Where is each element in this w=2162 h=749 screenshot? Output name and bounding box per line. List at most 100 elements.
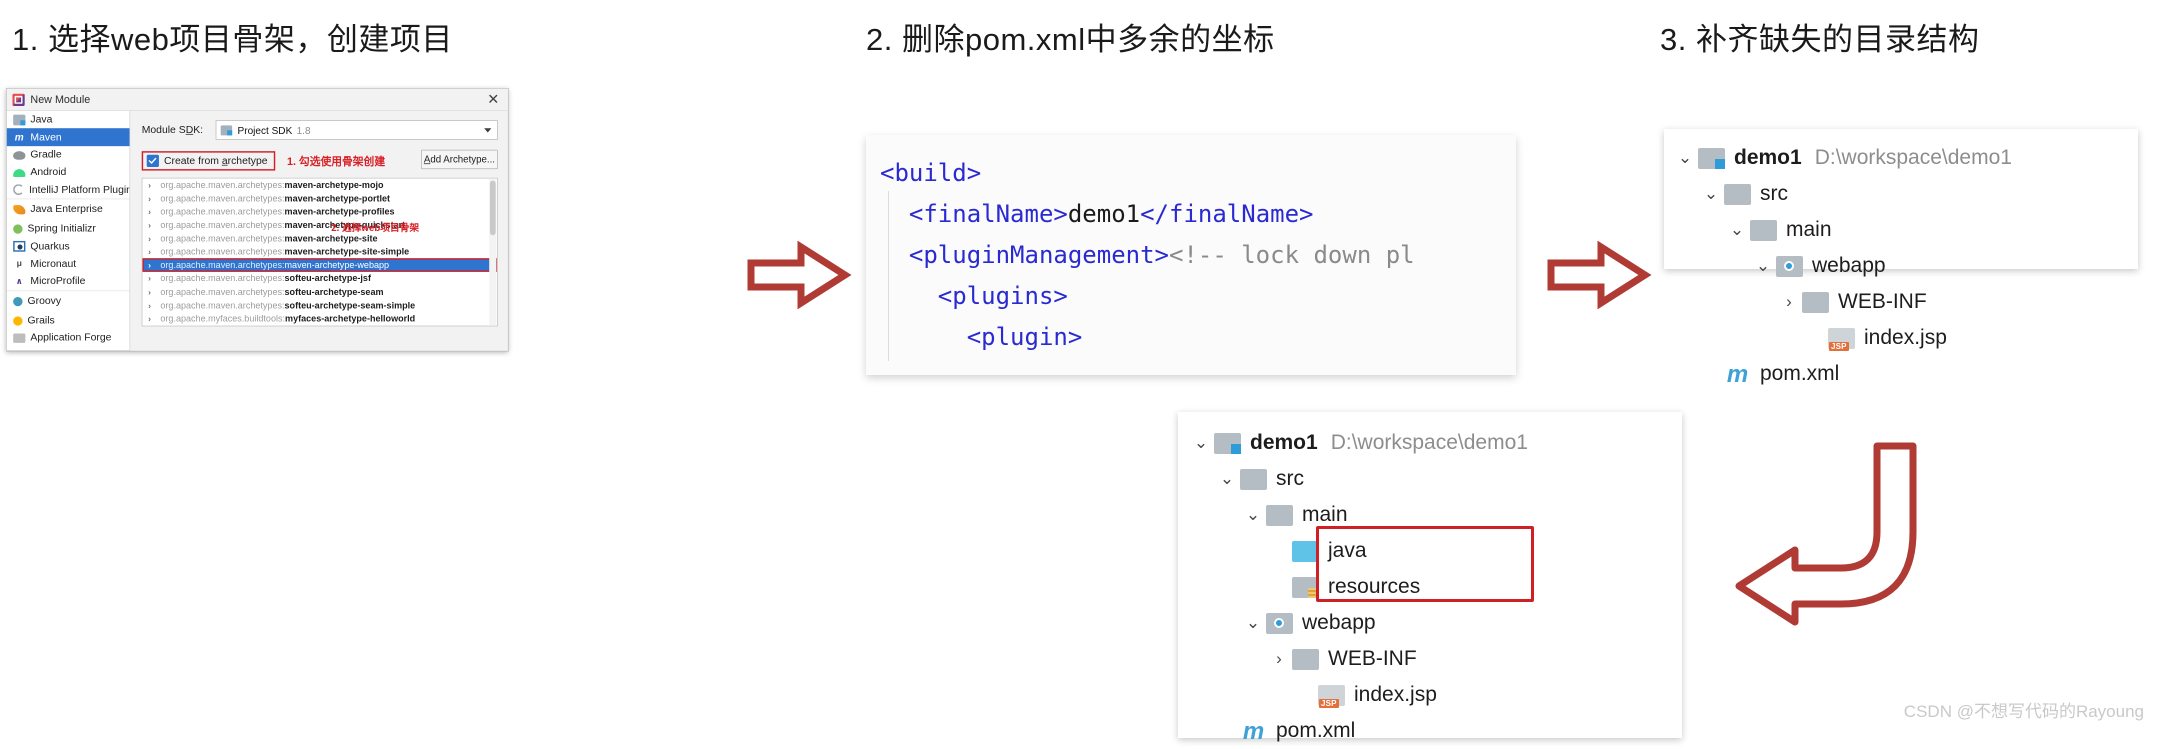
chevron-down-icon[interactable]: ⌄: [1672, 140, 1698, 176]
chevron-down-icon[interactable]: ⌄: [1214, 461, 1240, 497]
tree-node-pom-xml[interactable]: · m pom.xml: [1672, 356, 2012, 392]
sidebar-item-label: Gradle: [30, 149, 62, 161]
add-archetype-button[interactable]: Add Archetype...: [421, 149, 498, 170]
archetype-row[interactable]: › org.apache.maven.archetypes: maven-arch…: [142, 245, 497, 258]
chevron-right-icon[interactable]: ›: [148, 274, 154, 284]
chevron-down-icon[interactable]: [484, 128, 492, 133]
checkbox-checked-icon[interactable]: [146, 154, 159, 167]
sidebar-item-gradle[interactable]: Gradle: [7, 146, 130, 164]
dialog-titlebar[interactable]: New Module ✕: [6, 88, 508, 111]
chevron-down-icon[interactable]: ⌄: [1240, 497, 1266, 533]
archetype-artifact: maven-archetype-webapp: [284, 260, 390, 271]
archetype-artifact: maven-archetype-mojo: [284, 180, 384, 191]
chevron-right-icon[interactable]: ›: [148, 220, 154, 230]
project-tree-bottom[interactable]: ⌄ demo1 D:\workspace\demo1 ⌄ src ⌄ main …: [1188, 425, 1534, 749]
tree-node-pom-xml[interactable]: · m pom.xml: [1188, 713, 1528, 749]
android-icon: [13, 169, 26, 178]
tree-node-demo1[interactable]: ⌄ demo1 D:\workspace\demo1: [1672, 140, 2012, 176]
sidebar-item-spring-initializr[interactable]: Spring Initializr: [7, 220, 130, 238]
chevron-right-icon[interactable]: ›: [148, 287, 154, 297]
archetype-artifact: maven-archetype-profiles: [284, 206, 395, 217]
archetype-list[interactable]: › org.apache.maven.archetypes: maven-arch…: [141, 177, 498, 327]
archetype-row[interactable]: › org.apache.maven.archetypes: maven-arch…: [142, 192, 497, 205]
tree-node-path: D:\workspace\demo1: [1330, 431, 1528, 454]
sidebar-item-groovy[interactable]: Groovy: [6, 290, 130, 312]
chevron-right-icon[interactable]: ›: [148, 260, 154, 270]
tree-node-demo1[interactable]: ⌄ demo1 D:\workspace\demo1: [1188, 425, 1528, 461]
sidebar-item-java[interactable]: Java: [7, 111, 130, 129]
chevron-right-icon[interactable]: ›: [148, 180, 154, 190]
chevron-down-icon[interactable]: ⌄: [1240, 605, 1266, 641]
sidebar-item-quarkus[interactable]: Quarkus: [7, 238, 130, 256]
archetype-row[interactable]: › org.apache.myfaces.buildtools:myfaces-…: [142, 312, 497, 325]
tree-node-index-jsp[interactable]: · index.jsp: [1188, 677, 1528, 713]
close-icon[interactable]: ✕: [487, 92, 499, 108]
new-module-dialog[interactable]: New Module ✕ Java m Maven Gradle Android: [6, 88, 509, 352]
tree-node-main[interactable]: ⌄ main: [1672, 212, 2012, 248]
chevron-right-icon[interactable]: ›: [1266, 641, 1292, 677]
folder-icon: [1266, 504, 1293, 526]
archetype-row[interactable]: › org.apache.maven.archetypes: softeu-arc…: [142, 299, 497, 312]
folder-icon: [1240, 468, 1267, 490]
chevron-placeholder-icon: ·: [1266, 569, 1292, 605]
tree-node-label: pom.xml: [1760, 362, 1840, 385]
chevron-right-icon[interactable]: ›: [1776, 284, 1802, 320]
chevron-right-icon[interactable]: ›: [148, 234, 154, 244]
tree-node-web-inf[interactable]: › WEB-INF: [1672, 284, 2012, 320]
archetype-row[interactable]: › org.apache.maven.archetypes: maven-arch…: [142, 205, 497, 218]
module-sdk-select[interactable]: Project SDK 1.8: [215, 120, 498, 140]
archetype-row-selected[interactable]: › org.apache.maven.archetypes: maven-arch…: [142, 258, 498, 272]
sidebar-item-android[interactable]: Android: [7, 164, 130, 182]
tree-node-src[interactable]: ⌄ src: [1188, 461, 1528, 497]
sidebar-item-grails[interactable]: Grails: [7, 312, 130, 330]
archetype-row[interactable]: › org.apache.maven.archetypes: maven-arch…: [142, 178, 497, 191]
folder-icon: [1750, 219, 1777, 241]
chevron-placeholder-icon: ·: [1698, 356, 1724, 392]
intellij-logo-icon: [12, 93, 25, 106]
archetype-scrollbar[interactable]: [489, 179, 497, 325]
chevron-down-icon[interactable]: ⌄: [1724, 212, 1750, 248]
chevron-down-icon[interactable]: ⌄: [1750, 248, 1776, 284]
chevron-down-icon[interactable]: ⌄: [1698, 176, 1724, 212]
tree-node-webapp[interactable]: ⌄ webapp: [1672, 248, 2012, 284]
archetype-artifact: softeu-archetype-seam-simple: [284, 300, 416, 311]
create-from-archetype-checkbox[interactable]: Create from archetype: [141, 151, 276, 171]
sidebar-item-application-forge[interactable]: Application Forge: [7, 329, 130, 347]
tree-node-src[interactable]: ⌄ src: [1672, 176, 2012, 212]
archetype-group: org.apache.maven.archetypes:: [160, 260, 285, 271]
sidebar-item-maven[interactable]: m Maven: [6, 128, 130, 147]
jsp-file-icon: [1828, 327, 1855, 351]
gradle-icon: [13, 151, 26, 160]
archetype-group: org.apache.maven.archetypes:: [160, 193, 285, 204]
archetype-row[interactable]: › org.apache.maven.archetypes: softeu-arc…: [142, 272, 497, 285]
application-forge-icon: [13, 333, 26, 343]
archetype-artifact: maven-archetype-site: [284, 233, 378, 244]
chevron-right-icon[interactable]: ›: [148, 300, 154, 310]
sidebar-item-microprofile[interactable]: ∧ MicroProfile: [7, 273, 130, 291]
code-line-2-tag-open: <finalName>: [880, 200, 1068, 228]
code-line-1: <build>: [880, 159, 982, 187]
archetype-row[interactable]: › org.apache.maven.archetypes: maven-arch…: [142, 232, 497, 245]
sidebar-item-intellij-platform-plugin[interactable]: IntelliJ Platform Plugin: [7, 181, 129, 199]
sidebar-item-label: Application Forge: [30, 332, 112, 344]
tree-node-webapp[interactable]: ⌄ webapp: [1188, 605, 1528, 641]
java-resources-highlight: [1316, 526, 1534, 602]
scrollbar-thumb[interactable]: [489, 180, 496, 236]
archetype-row[interactable]: › org.apache.maven.archetypes: maven-arch…: [142, 219, 497, 232]
chevron-right-icon[interactable]: ›: [148, 247, 154, 257]
java-enterprise-icon: [13, 205, 26, 215]
tree-node-web-inf[interactable]: › WEB-INF: [1188, 641, 1528, 677]
chevron-right-icon[interactable]: ›: [148, 314, 154, 324]
chevron-right-icon[interactable]: ›: [148, 193, 154, 203]
tree-node-index-jsp[interactable]: · index.jsp: [1672, 320, 2012, 356]
archetype-artifact: softeu-archetype-seam: [284, 286, 384, 297]
chevron-down-icon[interactable]: ⌄: [1188, 425, 1214, 461]
module-type-list[interactable]: Java m Maven Gradle Android IntelliJ Pla…: [6, 110, 131, 351]
sidebar-item-micronaut[interactable]: μ Micronaut: [7, 255, 130, 273]
sidebar-item-java-enterprise[interactable]: Java Enterprise: [6, 198, 130, 221]
chevron-right-icon[interactable]: ›: [148, 207, 154, 217]
archetype-row[interactable]: › org.apache.myfaces.buildtools:myfaces-…: [142, 325, 497, 326]
archetype-row[interactable]: › org.apache.maven.archetypes: softeu-arc…: [142, 285, 497, 298]
module-folder-icon: [1698, 147, 1725, 169]
project-tree-top[interactable]: ⌄ demo1 D:\workspace\demo1 ⌄ src ⌄ main …: [1672, 140, 2012, 392]
